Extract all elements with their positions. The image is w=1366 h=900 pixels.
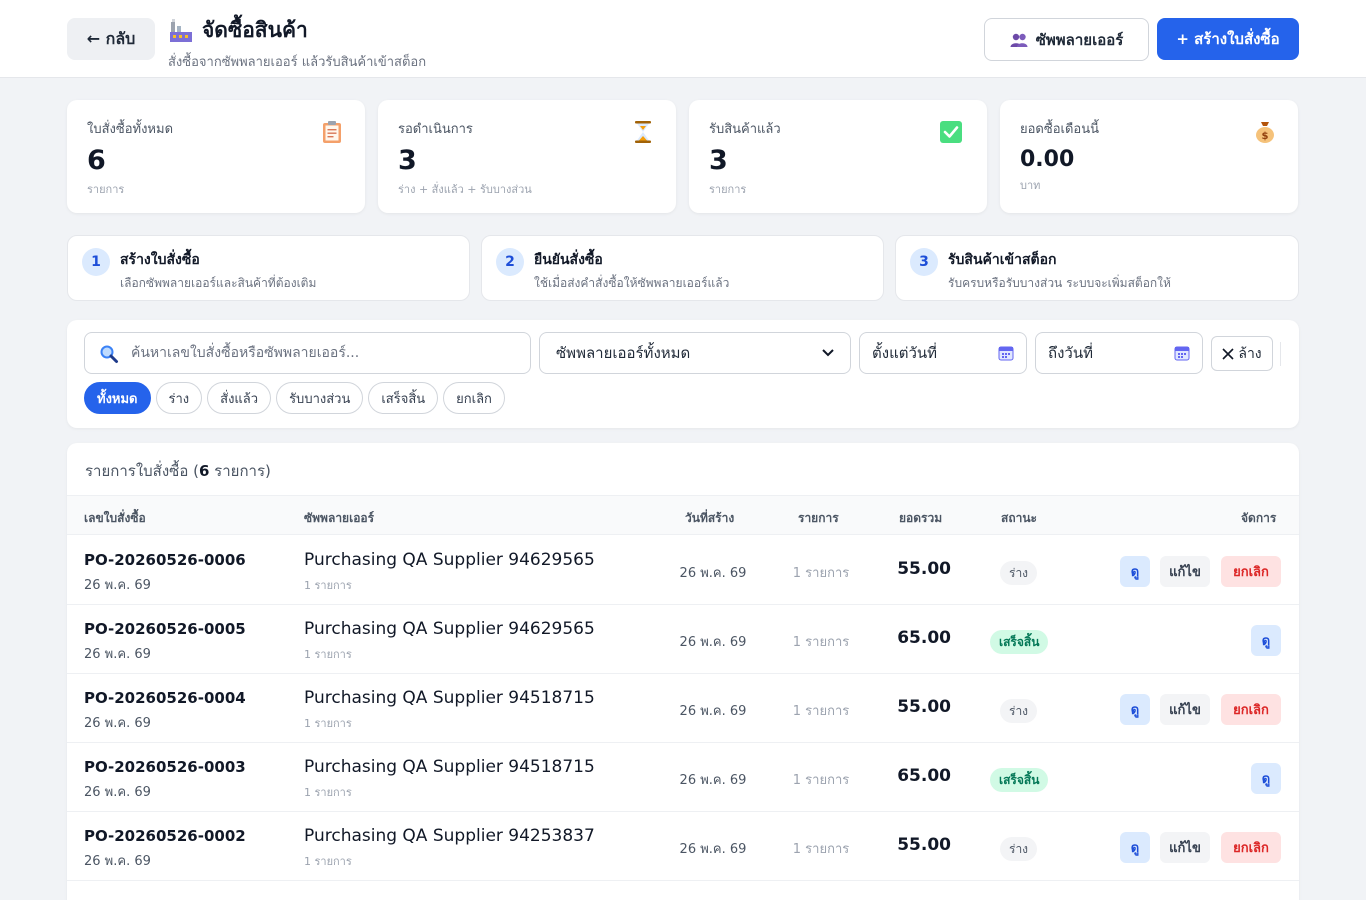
col-created: วันที่สร้าง [685,511,735,525]
date-from-input[interactable]: ตั้งแต่วันที่ [859,332,1027,374]
table-title: รายการใบสั่งซื้อ (6 รายการ) [85,462,271,480]
people-icon [1010,33,1028,47]
status-badge: ร่าง [1000,699,1038,723]
svg-text:$: $ [1262,131,1269,142]
col-supplier: ซัพพลายเออร์ [304,511,375,525]
title-block: จัดซื้อสินค้า สั่งซื้อจากซัพพลายเออร์ แล… [168,14,426,72]
view-button[interactable]: ดู [1251,763,1281,794]
clipboard-icon [323,121,341,143]
stat-card-monthly: ยอดซื้อเดือนนี้ 0.00 บาท $ [1000,100,1298,213]
table-row[interactable]: PO-20260526-0003 26 พ.ค. 69 Purchasing Q… [67,743,1299,812]
pill-cancelled[interactable]: ยกเลิก [443,382,505,414]
cancel-button[interactable]: ยกเลิก [1221,694,1281,725]
money-bag-icon: $ [1256,122,1274,143]
step-confirm: 2 ยืนยันสั่งซื้อ ใช้เมื่อส่งคำสั่งซื้อให… [481,235,884,301]
stat-card-total: ใบสั่งซื้อทั้งหมด 6 รายการ [67,100,365,213]
supplier-select[interactable]: ซัพพลายเออร์ทั้งหมด [539,332,851,374]
factory-icon [170,18,192,42]
edit-button[interactable]: แก้ไข [1160,832,1210,863]
cancel-button[interactable]: ยกเลิก [1221,832,1281,863]
chevron-down-icon [822,349,834,357]
status-badge: ร่าง [1000,561,1038,585]
table-row[interactable]: PO-20260526-0002 26 พ.ค. 69 Purchasing Q… [67,812,1299,881]
date-to-input[interactable]: ถึงวันที่ [1035,332,1203,374]
status-badge: เสร็จสิ้น [990,630,1049,654]
col-actions: จัดการ [1241,511,1277,525]
view-button[interactable]: ดู [1120,832,1150,863]
stat-card-received: รับสินค้าแล้ว 3 รายการ [689,100,987,213]
page-title: จัดซื้อสินค้า [202,18,308,42]
pill-partial[interactable]: รับบางส่วน [276,382,364,414]
calendar-icon [998,346,1014,361]
pill-completed[interactable]: เสร็จสิ้น [368,382,439,414]
col-status: สถานะ [1001,511,1037,525]
close-icon [1222,347,1234,360]
step-receive: 3 รับสินค้าเข้าสต็อก รับครบหรือรับบางส่ว… [895,235,1299,301]
edit-button[interactable]: แก้ไข [1160,556,1210,587]
view-button[interactable]: ดู [1251,625,1281,656]
page-header: ← กลับ จัดซื้อสินค้า สั่งซื้อจากซัพพลายเ… [0,0,1366,78]
pill-draft[interactable]: ร่าง [155,382,203,414]
status-badge: เสร็จสิ้น [990,768,1049,792]
divider [1280,342,1281,366]
suppliers-button[interactable]: ซัพพลายเออร์ [984,18,1149,61]
calendar-icon [1174,346,1190,361]
status-badge: ร่าง [1000,837,1038,861]
col-items: รายการ [798,511,839,525]
po-table: รายการใบสั่งซื้อ (6 รายการ) เลขใบสั่งซื้… [67,443,1299,900]
cancel-button[interactable]: ยกเลิก [1221,556,1281,587]
table-row[interactable]: PO-20260526-0004 26 พ.ค. 69 Purchasing Q… [67,674,1299,743]
pill-all[interactable]: ทั้งหมด [84,382,151,414]
col-po-number: เลขใบสั่งซื้อ [84,511,146,525]
back-button[interactable]: ← กลับ [67,18,155,60]
view-button[interactable]: ดู [1120,694,1150,725]
hourglass-icon [635,121,651,143]
stat-card-pending: รอดำเนินการ 3 ร่าง + สั่งแล้ว + รับบางส่… [378,100,676,213]
filter-panel: ซัพพลายเออร์ทั้งหมด ตั้งแต่วันที่ ถึงวัน… [67,320,1299,428]
col-total: ยอดรวม [899,511,943,525]
table-header: เลขใบสั่งซื้อ ซัพพลายเออร์ วันที่สร้าง ร… [67,495,1299,535]
table-row[interactable]: PO-20260526-0005 26 พ.ค. 69 Purchasing Q… [67,605,1299,674]
page-subtitle: สั่งซื้อจากซัพพลายเออร์ แล้วรับสินค้าเข้… [168,55,427,70]
pill-ordered[interactable]: สั่งแล้ว [207,382,272,414]
clear-filters-button[interactable]: ล้าง [1211,336,1273,371]
search-box [84,332,531,374]
check-icon [940,121,962,143]
create-po-button[interactable]: + สร้างใบสั่งซื้อ [1157,18,1299,60]
search-icon [100,345,118,363]
step-create: 1 สร้างใบสั่งซื้อ เลือกซัพพลายเออร์และสิ… [67,235,470,301]
edit-button[interactable]: แก้ไข [1160,694,1210,725]
view-button[interactable]: ดู [1120,556,1150,587]
status-filter-pills: ทั้งหมด ร่าง สั่งแล้ว รับบางส่วน เสร็จสิ… [84,382,505,414]
table-row[interactable]: PO-20260526-0006 26 พ.ค. 69 Purchasing Q… [67,536,1299,605]
search-input[interactable] [131,333,526,373]
